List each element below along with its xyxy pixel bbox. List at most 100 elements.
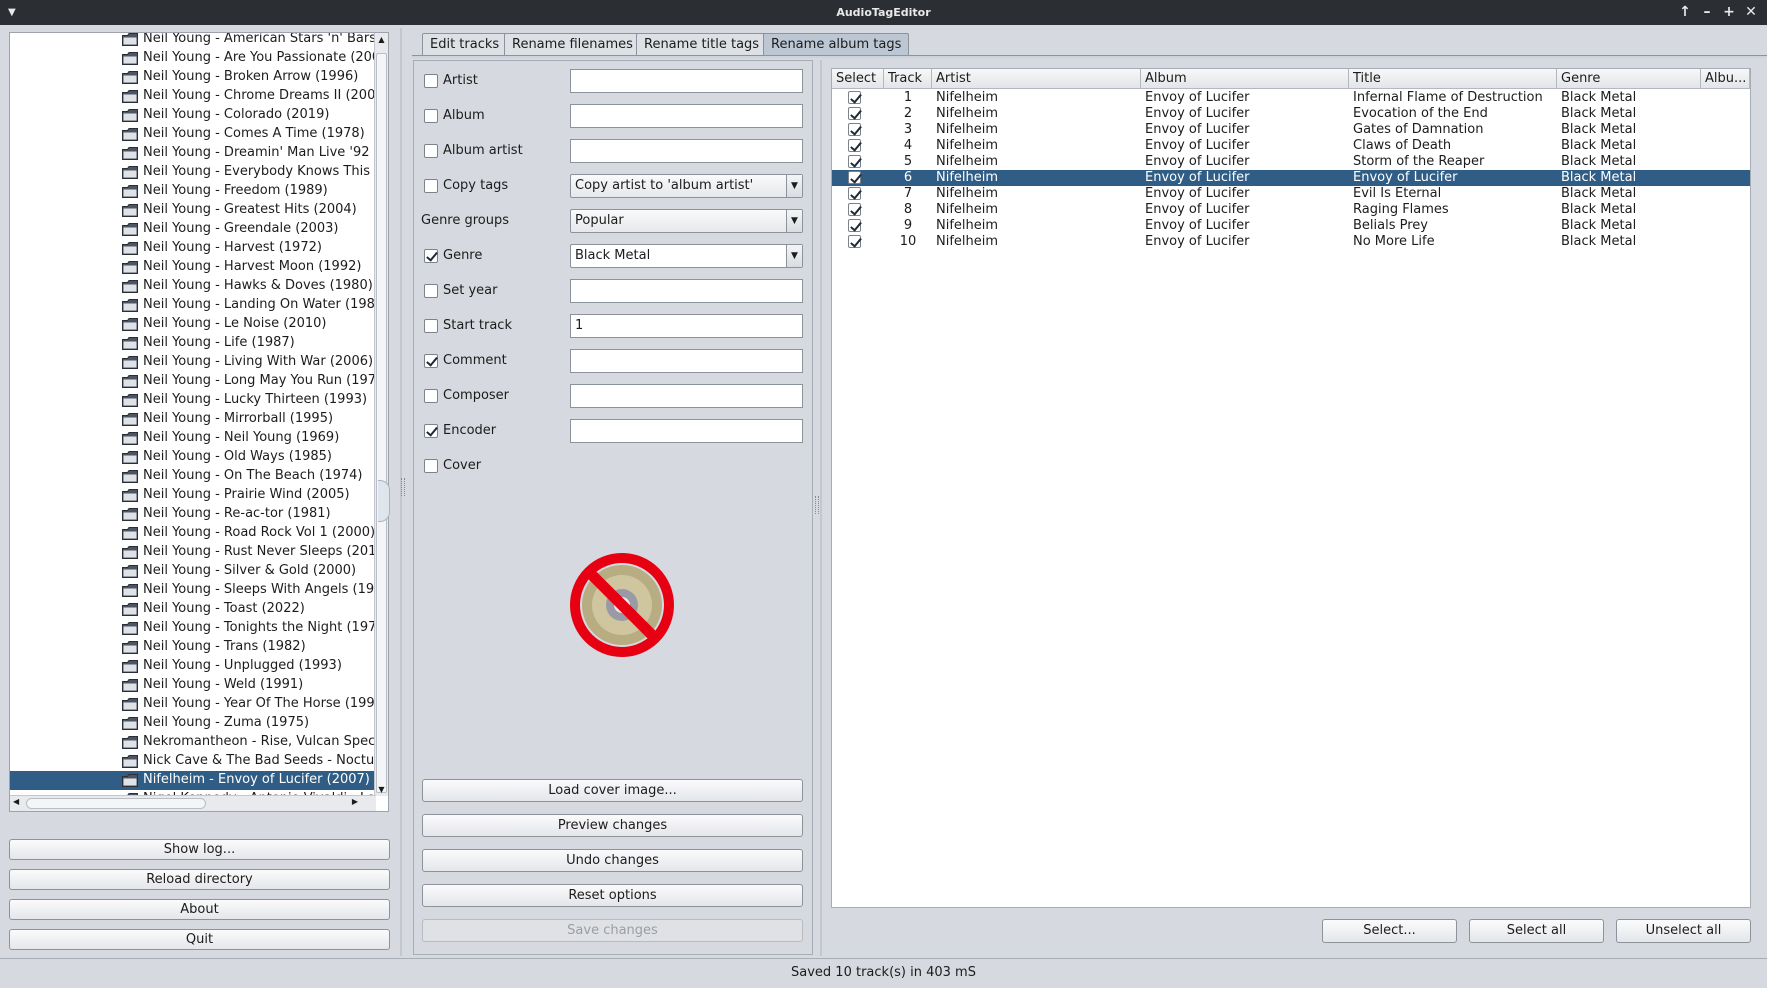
- close-icon[interactable]: ✕: [1741, 0, 1761, 25]
- table-row[interactable]: 4 Nifelheim Envoy of Lucifer Claws of Death…: [832, 138, 1750, 154]
- tree-folder-item[interactable]: Neil Young - Zuma (1975): [10, 714, 376, 733]
- tree-folder-item[interactable]: Neil Young - Silver & Gold (2000): [10, 562, 376, 581]
- tab-rename-album-tags[interactable]: Rename album tags: [763, 33, 910, 55]
- column-header-track[interactable]: Track: [884, 69, 932, 89]
- reset-options-button[interactable]: Reset options: [422, 884, 803, 907]
- tree-folder-item[interactable]: Neil Young - Year Of The Horse (1997): [10, 695, 376, 714]
- genre-select[interactable]: Black Metal ▼: [570, 244, 803, 268]
- table-row[interactable]: 5 Nifelheim Envoy of Lucifer Storm of the R…: [832, 154, 1750, 170]
- artist-checkbox[interactable]: [424, 74, 438, 88]
- table-row[interactable]: 1 Nifelheim Envoy of Lucifer Infernal Flame…: [832, 90, 1750, 106]
- row-select-checkbox[interactable]: [848, 123, 861, 136]
- tree-folder-item[interactable]: Neil Young - Everybody Knows This Is Now…: [10, 163, 376, 182]
- column-header-album[interactable]: Album: [1141, 69, 1349, 89]
- show-log-button[interactable]: Show log...: [9, 839, 390, 860]
- tab-rename-title-tags[interactable]: Rename title tags: [636, 33, 768, 55]
- scroll-left-icon[interactable]: ◀: [13, 797, 19, 806]
- comment-checkbox[interactable]: [424, 354, 438, 368]
- right-splitter[interactable]: [820, 60, 822, 956]
- no-cover-icon[interactable]: [568, 551, 676, 659]
- tree-folder-item[interactable]: Neil Young - Le Noise (2010): [10, 315, 376, 334]
- table-row[interactable]: 8 Nifelheim Envoy of Lucifer Raging Flames B…: [832, 202, 1750, 218]
- tree-folder-item[interactable]: Neil Young - Sleeps With Angels (1994): [10, 581, 376, 600]
- row-select-checkbox[interactable]: [848, 219, 861, 232]
- scroll-up-icon[interactable]: ▲: [375, 35, 388, 44]
- chevron-down-icon[interactable]: ▼: [786, 175, 802, 197]
- tree-folder-item[interactable]: Neil Young - Landing On Water (1986): [10, 296, 376, 315]
- tree-folder-item[interactable]: Neil Young - Chrome Dreams II (2007): [10, 87, 376, 106]
- preview-changes-button[interactable]: Preview changes: [422, 814, 803, 837]
- tree-folder-item[interactable]: Neil Young - Trans (1982): [10, 638, 376, 657]
- comment-field[interactable]: [570, 349, 803, 373]
- column-header-artist[interactable]: Artist: [932, 69, 1141, 89]
- tree-folder-item[interactable]: Neil Young - Broken Arrow (1996): [10, 68, 376, 87]
- undo-changes-button[interactable]: Undo changes: [422, 849, 803, 872]
- tree-folder-item[interactable]: Neil Young - Harvest (1972): [10, 239, 376, 258]
- tab-rename-filenames[interactable]: Rename filenames: [504, 33, 641, 55]
- album-checkbox[interactable]: [424, 109, 438, 123]
- tree-folder-item[interactable]: Neil Young - Harvest Moon (1992): [10, 258, 376, 277]
- directory-tree[interactable]: Neil Young - American Stars 'n' Bars (19…: [9, 32, 389, 812]
- table-row[interactable]: 10 Nifelheim Envoy of Lucifer No More Life B…: [832, 234, 1750, 250]
- table-row[interactable]: 2 Nifelheim Envoy of Lucifer Evocation of t…: [832, 106, 1750, 122]
- start-track-checkbox[interactable]: [424, 319, 438, 333]
- tree-folder-item[interactable]: Neil Young - Mirrorball (1995): [10, 410, 376, 429]
- tree-hscroll-thumb[interactable]: [26, 798, 206, 809]
- tree-folder-item[interactable]: Nekromantheon - Rise, Vulcan Spectre: [10, 733, 376, 752]
- chevron-down-icon[interactable]: ▼: [786, 210, 802, 232]
- tree-folder-item[interactable]: Neil Young - Are You Passionate (2002): [10, 49, 376, 68]
- load-cover-button[interactable]: Load cover image...: [422, 779, 803, 802]
- row-select-checkbox[interactable]: [848, 107, 861, 120]
- copy-tags-checkbox[interactable]: [424, 179, 438, 193]
- tree-folder-item[interactable]: Neil Young - Re-ac-tor (1981): [10, 505, 376, 524]
- tree-folder-item[interactable]: Neil Young - Living With War (2006): [10, 353, 376, 372]
- tree-folder-item[interactable]: Neil Young - Greendale (2003): [10, 220, 376, 239]
- copy-tags-select[interactable]: Copy artist to 'album artist' ▼: [570, 174, 803, 198]
- tree-folder-item[interactable]: Neil Young - American Stars 'n' Bars (19…: [10, 33, 376, 49]
- artist-field[interactable]: [570, 69, 803, 93]
- composer-field[interactable]: [570, 384, 803, 408]
- encoder-checkbox[interactable]: [424, 424, 438, 438]
- cover-checkbox[interactable]: [424, 459, 438, 473]
- tree-folder-item[interactable]: Neil Young - Lucky Thirteen (1993): [10, 391, 376, 410]
- tree-folder-item[interactable]: Neil Young - Long May You Run (1976): [10, 372, 376, 391]
- tree-folder-item[interactable]: Neil Young - Tonights the Night (1975): [10, 619, 376, 638]
- row-select-checkbox[interactable]: [848, 171, 861, 184]
- reload-directory-button[interactable]: Reload directory: [9, 869, 390, 890]
- track-table[interactable]: Select Track Artist Album Title Genre Al…: [831, 68, 1751, 908]
- tab-edit-tracks[interactable]: Edit tracks: [422, 33, 508, 55]
- album-artist-field[interactable]: [570, 139, 803, 163]
- minimize-icon[interactable]: –: [1697, 0, 1717, 25]
- scroll-right-icon[interactable]: ▶: [352, 797, 358, 806]
- right-splitter-grip[interactable]: [815, 496, 819, 514]
- row-select-checkbox[interactable]: [848, 203, 861, 216]
- tree-folder-item[interactable]: Neil Young - Hawks & Doves (1980): [10, 277, 376, 296]
- tree-folder-item[interactable]: Neil Young - Comes A Time (1978): [10, 125, 376, 144]
- save-changes-button[interactable]: Save changes: [422, 919, 803, 942]
- tree-folder-item[interactable]: Neil Young - Life (1987): [10, 334, 376, 353]
- column-header-select[interactable]: Select: [832, 69, 884, 89]
- left-splitter-grip[interactable]: [401, 478, 405, 496]
- tree-folder-item[interactable]: Neil Young - Prairie Wind (2005): [10, 486, 376, 505]
- column-header-album-artist[interactable]: Albu...: [1701, 69, 1750, 89]
- row-select-checkbox[interactable]: [848, 235, 861, 248]
- select-all-button[interactable]: Select all: [1469, 919, 1604, 943]
- column-header-title[interactable]: Title: [1349, 69, 1557, 89]
- about-button[interactable]: About: [9, 899, 390, 920]
- tree-horizontal-scrollbar[interactable]: ◀ ▶: [10, 795, 376, 811]
- encoder-field[interactable]: [570, 419, 803, 443]
- select-button[interactable]: Select...: [1322, 919, 1457, 943]
- tree-vertical-scrollbar[interactable]: ▲ ▼: [374, 33, 388, 796]
- chevron-down-icon[interactable]: ▼: [786, 245, 802, 267]
- row-select-checkbox[interactable]: [848, 187, 861, 200]
- table-row[interactable]: 9 Nifelheim Envoy of Lucifer Belials Prey Bl…: [832, 218, 1750, 234]
- table-row[interactable]: 6 Nifelheim Envoy of Lucifer Envoy of Lucif…: [832, 170, 1750, 186]
- panel-resize-handle[interactable]: [378, 480, 390, 522]
- quit-button[interactable]: Quit: [9, 929, 390, 950]
- tree-vscroll-thumb[interactable]: [376, 53, 387, 793]
- scroll-down-icon[interactable]: ▼: [375, 785, 388, 794]
- tree-folder-item[interactable]: Neil Young - Unplugged (1993): [10, 657, 376, 676]
- tree-folder-item[interactable]: Nifelheim - Envoy of Lucifer (2007): [10, 771, 376, 790]
- tree-folder-item[interactable]: Neil Young - On The Beach (1974): [10, 467, 376, 486]
- composer-checkbox[interactable]: [424, 389, 438, 403]
